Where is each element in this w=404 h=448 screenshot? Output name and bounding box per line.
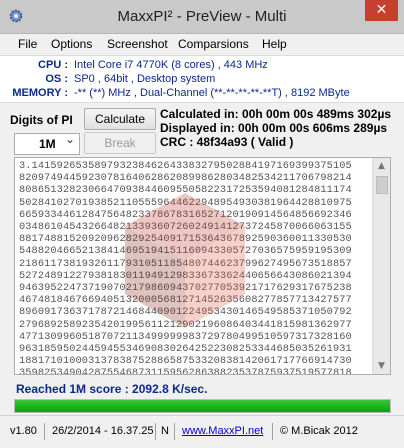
menu-file[interactable]: File [18,37,37,51]
status-divider [174,423,175,440]
arrow-down-icon[interactable]: ▼ [376,361,387,371]
calculated-time: Calculated in: 00h 00m 00s 489ms 302µs [160,107,392,121]
website-link[interactable]: www.MaxxPI.net [182,422,263,440]
mode-indicator: N [161,425,169,437]
digits-select-value: 1M [39,137,56,151]
menu-bar: File Options Screenshot Comparsions Help [0,34,404,54]
status-divider [155,423,156,440]
crc-value: CRC : 48f34a93 ( Valid ) [160,135,294,149]
memory-label: MEMORY : [12,87,68,99]
system-info-panel: CPU : Intel Core i7 4770K (8 cores) , 44… [0,55,404,103]
arrow-up-icon[interactable]: ▲ [376,161,387,171]
copyright-text: © M.Bicak 2012 [280,425,358,437]
status-divider [44,423,45,440]
break-button[interactable]: Break [84,132,156,154]
menu-comparsions[interactable]: Comparsions [178,37,249,51]
build-date: 26/2/2014 - 16.37.25 [52,425,154,437]
progress-bar [14,399,391,413]
menu-help[interactable]: Help [262,37,287,51]
os-value: SP0 , 64bit , Desktop system [74,73,216,85]
window-title: MaxxPI² - PreView - Multi [117,8,287,25]
score-status: Reached 1M score : 2092.8 K/sec. [16,382,208,396]
scrollbar-thumb[interactable] [376,176,388,194]
close-icon[interactable]: ✕ [365,0,398,21]
cpu-label: CPU : [38,59,68,71]
cube-logo-icon [125,193,245,328]
status-divider [272,423,273,440]
progress-fill [15,400,390,412]
digits-select[interactable]: 1M ⌄ [14,132,80,155]
pi-digits-textbox[interactable]: 3.14159265358979323846264338327950288419… [14,157,391,375]
status-bar: v1.80 26/2/2014 - 16.37.25 N www.MaxxPI.… [0,415,404,448]
os-label: OS : [45,73,68,85]
cpu-value: Intel Core i7 4770K (8 cores) , 443 MHz [74,59,268,71]
digits-of-pi-label: Digits of PI [10,113,73,127]
menu-options[interactable]: Options [51,37,92,51]
title-bar[interactable]: MaxxPI² - PreView - Multi ✕ [0,0,404,34]
calculate-button[interactable]: Calculate [84,108,156,130]
vertical-scrollbar[interactable]: ▲ ▼ [372,158,390,374]
displayed-time: Displayed in: 00h 00m 00s 606ms 289µs [160,121,388,135]
chevron-down-icon: ⌄ [64,132,75,146]
memory-value: -** (**) MHz , Dual-Channel (**-**-**-**… [74,87,350,99]
results-panel: Calculated in: 00h 00m 00s 489ms 302µs D… [160,107,391,149]
menu-screenshot[interactable]: Screenshot [107,37,168,51]
version-text: v1.80 [10,425,37,437]
